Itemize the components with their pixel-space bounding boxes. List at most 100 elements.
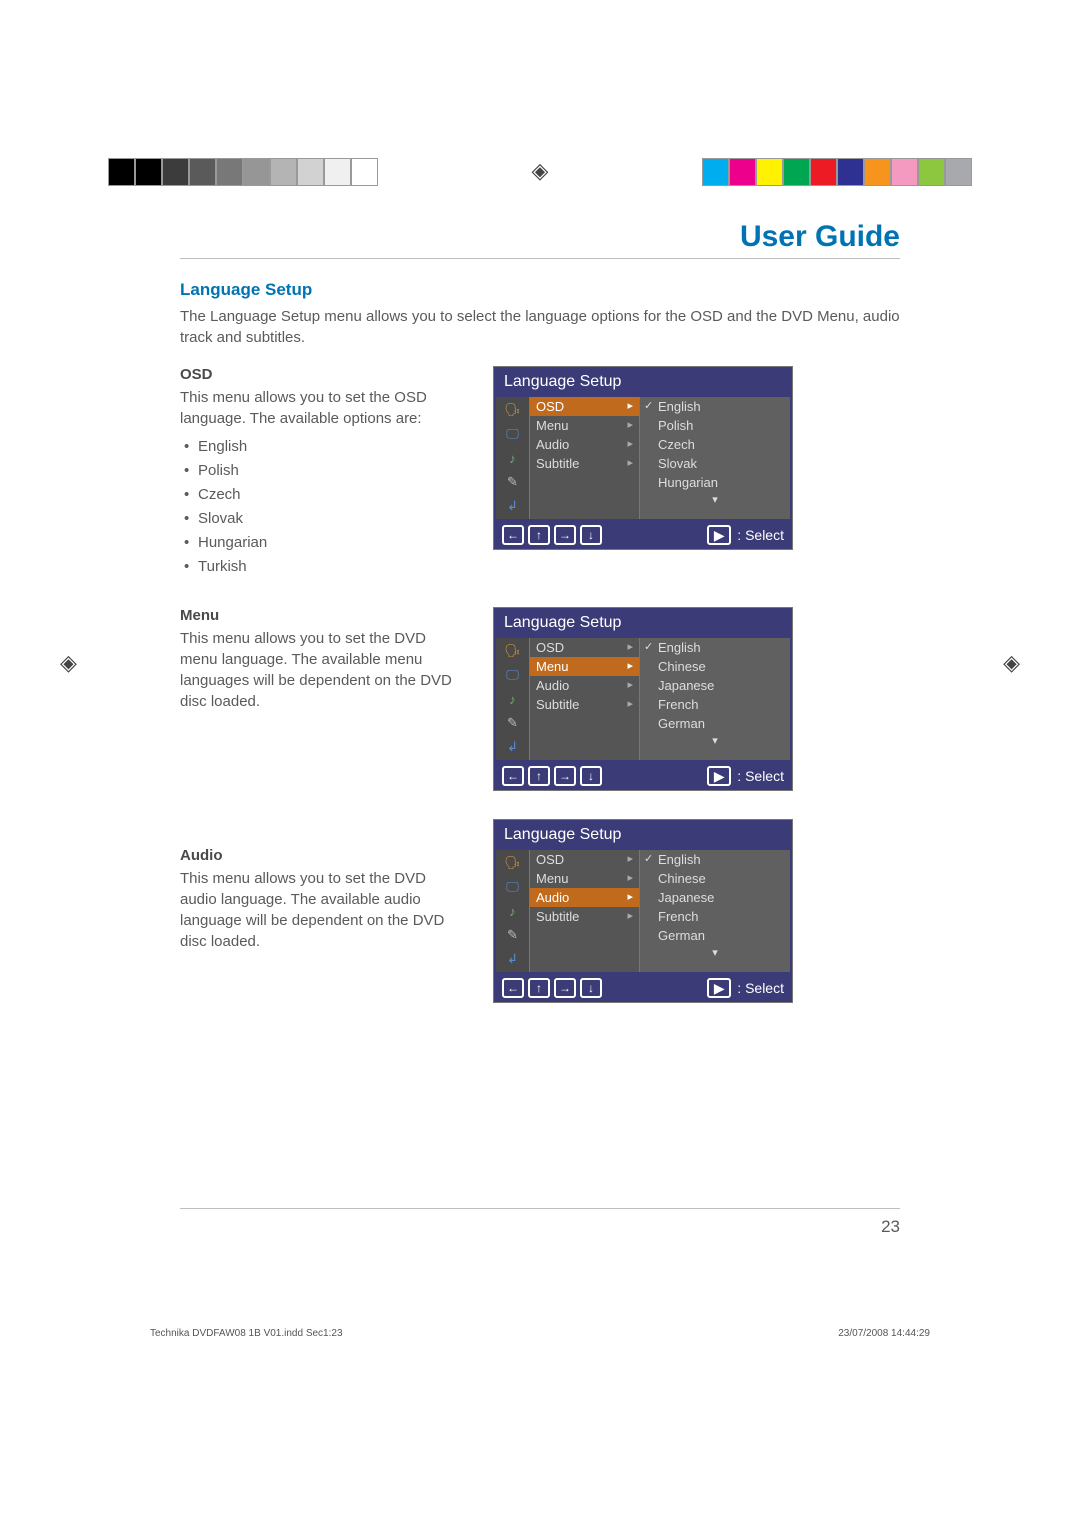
tv-icon: 🖵 [502, 425, 524, 443]
arrow-up-icon[interactable]: ↑ [528, 766, 550, 786]
osd-body: 🗣🖵♪✎↲OSD▸Menu▸Audio▸Subtitle▸EnglishChin… [494, 850, 792, 974]
osd-menu-item[interactable]: OSD ▸ [530, 850, 639, 869]
osd-sub-list: EnglishChineseJapaneseFrenchGerman▾ [640, 638, 790, 760]
nav-arrow-group: ←↑→↓ [502, 978, 602, 998]
arrow-down-icon[interactable]: ↓ [580, 525, 602, 545]
osd-screen-title: Language Setup [494, 608, 792, 638]
tool-icon: ✎ [502, 473, 524, 491]
osd-option[interactable]: Hungarian [640, 473, 790, 492]
osd-screenshot: Language Setup🗣🖵♪✎↲OSD▸Menu▸Audio▸Subtit… [493, 607, 793, 791]
osd-option[interactable]: German [640, 714, 790, 733]
play-icon[interactable]: ▶ [707, 978, 731, 998]
osd-footer: ←↑→↓ ▶ : Select [494, 762, 792, 790]
bullet-item: Polish [180, 459, 455, 483]
arrow-up-icon[interactable]: ↑ [528, 525, 550, 545]
osd-menu-label: OSD [536, 852, 564, 867]
swatch [135, 158, 162, 186]
osd-screen-title: Language Setup [494, 367, 792, 397]
registration-mark-right-icon: ◈ [1003, 650, 1020, 676]
osd-menu-item[interactable]: Subtitle▸ [530, 695, 639, 714]
osd-menu-item[interactable]: Audio▸ [530, 888, 639, 907]
osd-option[interactable]: Slovak [640, 454, 790, 473]
print-timestamp: 23/07/2008 14:44:29 [838, 1328, 930, 1339]
osd-category-icons: 🗣🖵♪✎↲ [496, 397, 530, 519]
swatch [918, 158, 945, 186]
osd-option[interactable]: French [640, 907, 790, 926]
osd-option[interactable]: English [640, 397, 790, 416]
swatch [729, 158, 756, 186]
more-below-icon: ▾ [640, 945, 790, 960]
swatch [351, 158, 378, 186]
return-icon: ↲ [502, 497, 524, 515]
return-icon: ↲ [502, 950, 524, 968]
play-icon[interactable]: ▶ [707, 525, 731, 545]
osd-category-icons: 🗣🖵♪✎↲ [496, 638, 530, 760]
select-label: : Select [737, 527, 784, 543]
osd-option[interactable]: Chinese [640, 869, 790, 888]
osd-menu-label: OSD [536, 640, 564, 655]
osd-option[interactable]: Japanese [640, 888, 790, 907]
osd-footer: ←↑→↓ ▶ : Select [494, 521, 792, 549]
osd-menu-label: Audio [536, 678, 569, 693]
audio-subtitle: Audio [180, 847, 455, 864]
osd-option[interactable]: Czech [640, 435, 790, 454]
arrow-left-icon[interactable]: ← [502, 978, 524, 998]
arrow-down-icon[interactable]: ↓ [580, 978, 602, 998]
audio-icon: ♪ [502, 902, 524, 920]
select-hint: ▶ : Select [707, 766, 784, 786]
osd-option[interactable]: French [640, 695, 790, 714]
arrow-right-icon[interactable]: → [554, 978, 576, 998]
osd-option[interactable]: English [640, 850, 790, 869]
caret-right-icon: ▸ [627, 418, 633, 433]
bullet-item: Turkish [180, 555, 455, 579]
swatch [783, 158, 810, 186]
osd-bullet-list: EnglishPolishCzechSlovakHungarianTurkish [180, 435, 455, 579]
osd-menu-item[interactable]: Subtitle▸ [530, 454, 639, 473]
osd-menu-item[interactable]: Subtitle▸ [530, 907, 639, 926]
osd-menu-item[interactable]: OSD▸ [530, 397, 639, 416]
osd-option[interactable]: German [640, 926, 790, 945]
speech-icon: 🗣 [502, 642, 524, 660]
osd-screenshot: Language Setup🗣🖵♪✎↲OSD▸Menu▸Audio▸Subtit… [493, 819, 793, 1003]
osd-option[interactable]: Polish [640, 416, 790, 435]
page-footer: 23 [180, 1208, 900, 1237]
osd-screenshot: Language Setup🗣🖵♪✎↲OSD▸Menu▸Audio▸Subtit… [493, 366, 793, 550]
page-header: User Guide [180, 220, 900, 259]
osd-option[interactable]: Chinese [640, 657, 790, 676]
arrow-right-icon[interactable]: → [554, 766, 576, 786]
arrow-right-icon[interactable]: → [554, 525, 576, 545]
osd-menu-item[interactable]: Menu▸ [530, 416, 639, 435]
caret-right-icon: ▸ [627, 456, 633, 471]
osd-menu-item[interactable]: OSD▸ [530, 638, 639, 657]
speech-icon: 🗣 [502, 854, 524, 872]
arrow-left-icon[interactable]: ← [502, 766, 524, 786]
swatch [810, 158, 837, 186]
osd-sub-list: EnglishPolishCzechSlovakHungarian▾ [640, 397, 790, 519]
osd-menu-item[interactable]: Menu▸ [530, 869, 639, 888]
arrow-left-icon[interactable]: ← [502, 525, 524, 545]
select-label: : Select [737, 768, 784, 784]
bullet-item: Hungarian [180, 531, 455, 555]
tool-icon: ✎ [502, 926, 524, 944]
swatch [945, 158, 972, 186]
osd-body: 🗣🖵♪✎↲OSD▸Menu▸Audio▸Subtitle▸EnglishPoli… [494, 397, 792, 521]
osd-footer: ←↑→↓ ▶: Select [494, 974, 792, 1002]
osd-menu-item[interactable]: Menu▸ [530, 657, 639, 676]
osd-menu-label: Subtitle [536, 909, 579, 924]
osd-option[interactable]: Japanese [640, 676, 790, 695]
select-hint: ▶: Select [707, 978, 784, 998]
caret-right-icon: ▸ [627, 852, 633, 867]
play-icon[interactable]: ▶ [707, 766, 731, 786]
select-hint: ▶ : Select [707, 525, 784, 545]
arrow-up-icon[interactable]: ↑ [528, 978, 550, 998]
arrow-down-icon[interactable]: ↓ [580, 766, 602, 786]
page-content: Language Setup The Language Setup menu a… [180, 280, 900, 1031]
osd-main-list: OSD ▸ Menu▸Audio▸Subtitle▸ [530, 850, 640, 972]
osd-menu-item[interactable]: Audio▸ [530, 435, 639, 454]
swatch [891, 158, 918, 186]
page-number: 23 [881, 1217, 900, 1236]
osd-menu-item[interactable]: Audio▸ [530, 676, 639, 695]
osd-option[interactable]: English [640, 638, 790, 657]
registration-mark-left-icon: ◈ [60, 650, 77, 676]
swatch [837, 158, 864, 186]
